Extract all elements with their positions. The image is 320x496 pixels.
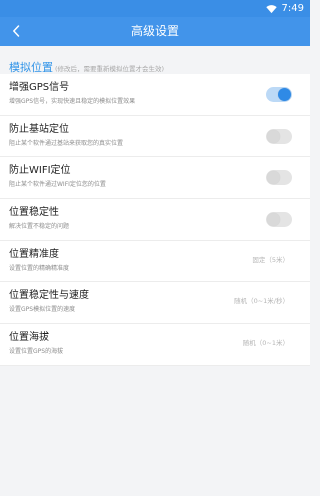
section-title: 模拟位置 (9, 61, 53, 74)
status-time: 7:49 (281, 3, 304, 14)
location-accuracy-value: 固定（5米） (252, 255, 289, 264)
altitude-value: 随机（0~1米） (242, 339, 289, 348)
setting-row-stability-speed[interactable]: 位置稳定性与速度 设置GPS模拟位置的速度 随机（0~1米/秒） (0, 282, 310, 325)
status-bar: 7:49 (0, 0, 310, 17)
block-cell-location-toggle[interactable] (266, 128, 292, 144)
setting-subtitle: 阻止某个软件通过基站来获取您的真实位置 (9, 139, 124, 147)
setting-subtitle: 设置位置GPS的海拔 (9, 348, 64, 356)
location-stability-toggle[interactable] (266, 212, 292, 228)
setting-subtitle: 解决位置不稳定的问题 (9, 223, 70, 231)
setting-row-altitude[interactable]: 位置海拔 设置位置GPS的海拔 随机（0~1米） (0, 324, 310, 366)
setting-title: 增强GPS信号 (9, 82, 70, 93)
setting-title: 位置精准度 (9, 248, 59, 260)
section-note: (修改后，需要重新模拟位置才会生效) (55, 65, 165, 73)
setting-row-block-wifi-location[interactable]: 防止WIFI定位 阻止某个软件通过WIFI定位您的位置 (0, 157, 310, 200)
page-title: 高级设置 (130, 24, 179, 38)
settings-content: 模拟位置 (修改后，需要重新模拟位置才会生效) 增强GPS信号 增强GPS信号，实… (0, 46, 310, 496)
setting-row-enhance-gps[interactable]: 增强GPS信号 增强GPS信号，实现快速且稳定的模拟位置效果 (0, 74, 310, 116)
setting-row-location-stability[interactable]: 位置稳定性 解决位置不稳定的问题 (0, 199, 310, 241)
app-bar: 高级设置 (0, 17, 310, 46)
section-header: 模拟位置 (修改后，需要重新模拟位置才会生效) (0, 46, 310, 74)
settings-list: 增强GPS信号 增强GPS信号，实现快速且稳定的模拟位置效果 防止基站定位 阻止… (0, 74, 310, 366)
setting-subtitle: 设置位置的精确精准度 (9, 264, 70, 272)
stability-speed-value: 随机（0~1米/秒） (234, 297, 289, 306)
setting-subtitle: 阻止某个软件通过WIFI定位您的位置 (9, 181, 106, 189)
setting-subtitle: 设置GPS模拟位置的速度 (9, 306, 76, 314)
toggle-knob (267, 129, 280, 143)
toggle-knob (267, 171, 280, 185)
setting-title: 防止WIFI定位 (9, 165, 71, 177)
toggle-knob (267, 213, 280, 227)
setting-subtitle: 增强GPS信号，实现快速且稳定的模拟位置效果 (9, 98, 136, 105)
setting-title: 位置稳定性与速度 (9, 290, 89, 302)
setting-title: 防止基站定位 (9, 123, 69, 135)
block-wifi-location-toggle[interactable] (266, 170, 292, 186)
wifi-icon (265, 4, 277, 13)
toggle-knob (278, 88, 291, 101)
setting-row-block-cell-location[interactable]: 防止基站定位 阻止某个软件通过基站来获取您的真实位置 (0, 115, 310, 158)
setting-title: 位置稳定性 (9, 207, 59, 219)
enhance-gps-toggle[interactable] (266, 87, 292, 102)
setting-title: 位置海拔 (9, 332, 49, 344)
setting-row-location-accuracy[interactable]: 位置精准度 设置位置的精确精准度 固定（5米） (0, 240, 310, 283)
